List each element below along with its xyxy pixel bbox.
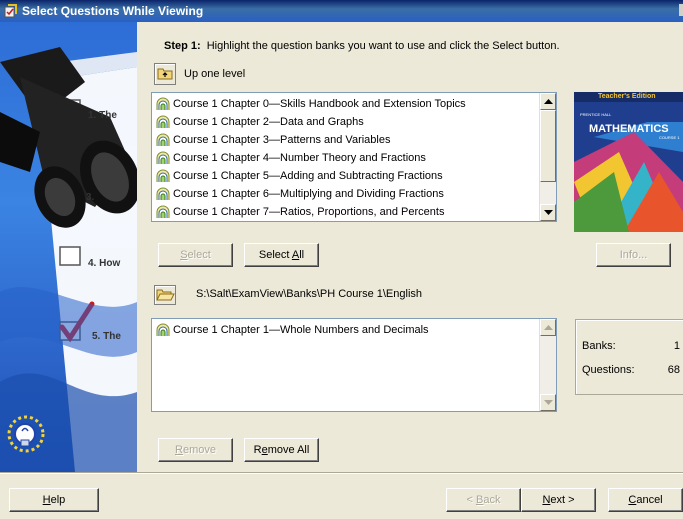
up-one-level-button[interactable] xyxy=(154,63,176,85)
bank-list-item-label: Course 1 Chapter 5—Adding and Subtractin… xyxy=(173,170,443,182)
banks-count: 1 xyxy=(673,340,680,352)
textbook-cover-image: Teacher's Edition PRENTICE HALL MATHEMAT… xyxy=(574,92,683,232)
scroll-up-button[interactable] xyxy=(540,93,556,110)
cancel-button[interactable]: Cancel xyxy=(608,488,683,512)
scroll-thumb[interactable] xyxy=(540,110,556,182)
questions-count-row: Questions: 68 xyxy=(582,364,682,376)
folder-up-icon xyxy=(157,68,173,80)
current-path-bar: S:\Salt\ExamView\Banks\PH Course 1\Engli… xyxy=(151,283,683,307)
art-item-3: 3. xyxy=(86,192,95,203)
cover-subject-text: MATHEMATICS xyxy=(589,123,669,135)
bank-list-item[interactable]: Course 1 Chapter 3—Patterns and Variable… xyxy=(152,131,556,149)
scroll-down-button[interactable] xyxy=(540,204,556,221)
next-button[interactable]: Next > xyxy=(521,488,596,512)
checkbox-4-graphic xyxy=(59,246,81,266)
selected-bank-item[interactable]: Course 1 Chapter 1—Whole Numbers and Dec… xyxy=(152,321,556,339)
footer-separator xyxy=(0,472,683,474)
cover-publisher-text: PRENTICE HALL xyxy=(580,112,612,117)
bank-list-item-label: Course 1 Chapter 4—Number Theory and Fra… xyxy=(173,152,426,164)
step-text: Highlight the question banks you want to… xyxy=(206,40,560,52)
bank-list-item[interactable]: Course 1 Chapter 7—Ratios, Proportions, … xyxy=(152,203,556,221)
bank-list-item-label: Course 1 Chapter 7—Ratios, Proportions, … xyxy=(173,206,445,218)
bank-list-item[interactable]: Course 1 Chapter 4—Number Theory and Fra… xyxy=(152,149,556,167)
question-bank-icon xyxy=(156,97,170,110)
art-item-1: 1. The xyxy=(88,110,117,121)
question-bank-icon xyxy=(156,205,170,218)
open-folder-icon xyxy=(156,289,175,301)
scroll-down-arrow-icon xyxy=(544,400,553,405)
art-item-5: 5. The xyxy=(92,331,121,342)
up-one-level-label: Up one level xyxy=(184,68,246,80)
selection-stats-box: Banks: 1 Questions: 68 xyxy=(575,319,683,395)
cover-edition-text: Teacher's Edition xyxy=(598,93,656,100)
question-bank-icon xyxy=(156,169,170,182)
selected-bank-item-label: Course 1 Chapter 1—Whole Numbers and Dec… xyxy=(173,324,429,336)
banks-label: Banks: xyxy=(582,340,616,352)
step-instruction: Step 1: Highlight the question banks you … xyxy=(164,40,560,52)
bank-list-item[interactable]: Course 1 Chapter 5—Adding and Subtractin… xyxy=(152,167,556,185)
help-button[interactable]: Help xyxy=(9,488,99,512)
question-bank-icon xyxy=(156,151,170,164)
select-button[interactable]: Select xyxy=(158,243,233,267)
selected-banks-scrollbar[interactable] xyxy=(539,319,556,411)
remove-all-button[interactable]: Remove All xyxy=(244,438,319,462)
current-path-text: S:\Salt\ExamView\Banks\PH Course 1\Engli… xyxy=(196,288,423,300)
selected-banks-list[interactable]: Course 1 Chapter 1—Whole Numbers and Dec… xyxy=(151,318,557,412)
window-title-bar[interactable]: Select Questions While Viewing xyxy=(0,0,683,22)
questions-count: 68 xyxy=(667,364,680,376)
bank-list-item-label: Course 1 Chapter 3—Patterns and Variable… xyxy=(173,134,391,146)
question-bank-icon xyxy=(156,187,170,200)
banks-count-row: Banks: 1 xyxy=(582,340,682,352)
window-close-edge[interactable] xyxy=(679,4,683,16)
scroll-up-arrow-icon xyxy=(544,99,553,104)
step-label: Step 1: xyxy=(164,40,201,52)
scroll-down-arrow-icon xyxy=(544,210,553,215)
scroll-up-arrow-icon xyxy=(544,325,553,330)
bank-list-item[interactable]: Course 1 Chapter 2—Data and Graphs xyxy=(152,113,556,131)
bank-list-item[interactable]: Course 1 Chapter 6—Multiplying and Divid… xyxy=(152,185,556,203)
browse-folder-button[interactable] xyxy=(154,285,176,305)
cover-course-text: COURSE 1 xyxy=(659,135,680,140)
art-item-4: 4. How xyxy=(88,258,121,269)
bank-list-item-label: Course 1 Chapter 0—Skills Handbook and E… xyxy=(173,98,466,110)
bank-list-item[interactable]: Course 1 Chapter 0—Skills Handbook and E… xyxy=(152,95,556,113)
select-all-button[interactable]: Select All xyxy=(244,243,319,267)
question-bank-icon xyxy=(156,133,170,146)
info-button[interactable]: Info... xyxy=(596,243,671,267)
selected-scroll-down-button[interactable] xyxy=(540,394,556,411)
back-button[interactable]: < Back xyxy=(446,488,521,512)
selected-scroll-up-button[interactable] xyxy=(540,319,556,336)
bank-list-item-label: Course 1 Chapter 2—Data and Graphs xyxy=(173,116,364,128)
bank-list-item-label: Course 1 Chapter 6—Multiplying and Divid… xyxy=(173,188,444,200)
available-banks-list[interactable]: Course 1 Chapter 0—Skills Handbook and E… xyxy=(151,92,557,222)
available-banks-scrollbar[interactable] xyxy=(539,93,556,221)
question-bank-icon xyxy=(156,323,170,336)
decorative-art-panel: 1. The 3. 4. How 5. The xyxy=(0,22,137,472)
questions-label: Questions: xyxy=(582,364,635,376)
question-bank-icon xyxy=(156,115,170,128)
window-title: Select Questions While Viewing xyxy=(22,4,204,18)
remove-button[interactable]: Remove xyxy=(158,438,233,462)
app-icon xyxy=(4,4,17,18)
lightbulb-help-icon xyxy=(7,415,45,453)
